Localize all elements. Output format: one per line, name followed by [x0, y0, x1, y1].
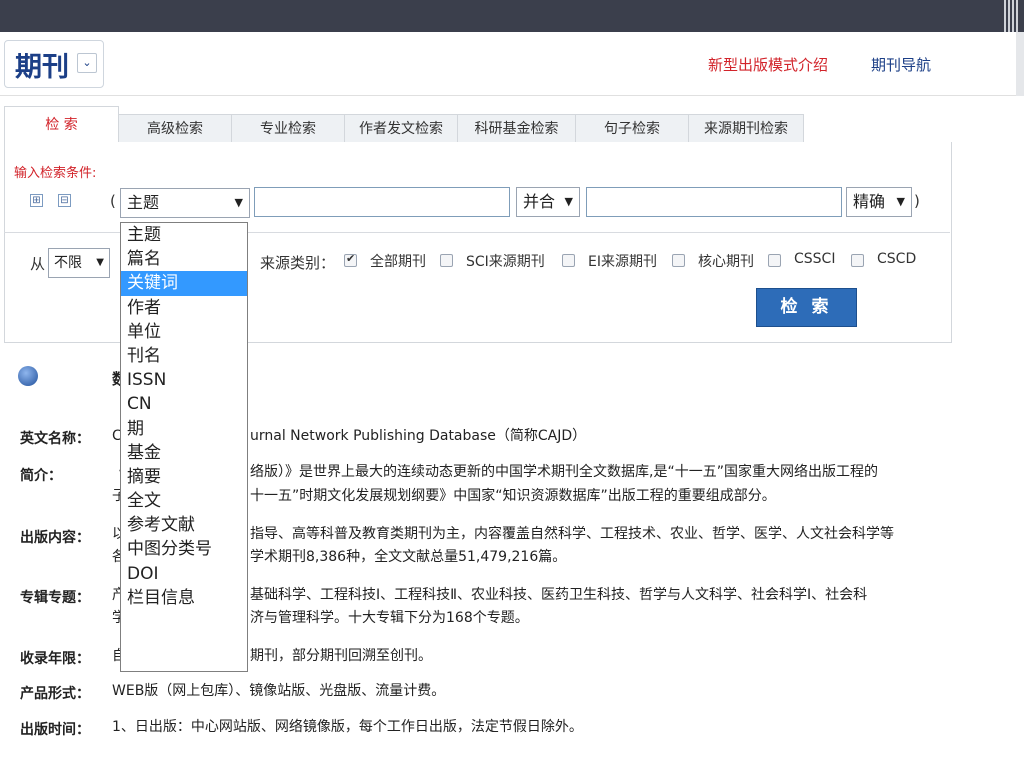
match-select[interactable]: 精确 ▼ [846, 187, 912, 217]
checkbox-core[interactable] [672, 254, 685, 267]
row-label: 专辑专题： [20, 590, 90, 606]
dropdown-option[interactable]: CN [121, 392, 247, 416]
tab-advanced-search[interactable]: 高级检索 [118, 114, 232, 143]
open-paren: ( [110, 192, 116, 210]
checkbox-label: EI来源期刊 [588, 254, 657, 270]
new-publishing-mode-link[interactable]: 新型出版模式介绍 [708, 54, 828, 75]
tab-author-search[interactable]: 作者发文检索 [344, 114, 458, 143]
row-text: 济与管理科学。十大专辑下分为168个专题。 [250, 610, 529, 626]
row-text: WEB版（网上包库）、镜像站版、光盘版、流量计费。 [112, 683, 446, 699]
field-dropdown-list: 主题 篇名 关键词 作者 单位 刊名 ISSN CN 期 基金 摘要 全文 参考… [120, 222, 248, 672]
field-select[interactable]: 主题 ▼ [120, 188, 250, 218]
dropdown-arrow-icon: ▼ [896, 195, 905, 208]
dropdown-option[interactable]: DOI [121, 562, 247, 586]
tab-fund-search[interactable]: 科研基金检索 [457, 114, 576, 143]
keyword-input-2[interactable] [586, 187, 842, 217]
checkbox-label: CSCD [877, 251, 917, 267]
dropdown-option-highlighted[interactable]: 关键词 [121, 271, 247, 296]
tab-professional-search[interactable]: 专业检索 [231, 114, 345, 143]
source-category-label: 来源类别： [260, 254, 336, 272]
row-text: 学术期刊8,386种，全文文献总量51,479,216篇。 [250, 549, 567, 565]
year-from-select[interactable]: 不限 ▼ [48, 248, 110, 278]
journal-navigation-link[interactable]: 期刊导航 [871, 54, 931, 75]
logic-select[interactable]: 并合 ▼ [516, 187, 580, 217]
add-row-icon[interactable]: ⊞ [30, 194, 43, 207]
checkbox-ei[interactable] [562, 254, 575, 267]
dropdown-option[interactable]: 篇名 [121, 247, 247, 271]
dropdown-option[interactable]: 栏目信息 [121, 586, 247, 610]
from-label: 从 [30, 255, 46, 273]
dropdown-arrow-icon: ▼ [96, 257, 104, 268]
dropdown-option[interactable]: 主题 [121, 223, 247, 247]
row-text: 指导、高等科普及教育类期刊为主，内容覆盖自然科学、工程技术、农业、哲学、医学、人… [250, 526, 894, 542]
row-label: 收录年限： [20, 651, 90, 667]
row-label: 产品形式： [20, 686, 90, 702]
checkbox-label: SCI来源期刊 [466, 254, 545, 270]
dropdown-option[interactable]: 基金 [121, 441, 247, 465]
row-label: 简介： [20, 468, 62, 484]
dropdown-arrow-icon: ▼ [564, 195, 573, 208]
search-button[interactable]: 检 索 [756, 288, 857, 327]
remove-row-icon[interactable]: ⊟ [58, 194, 71, 207]
checkbox-cscd[interactable] [851, 254, 864, 267]
checkbox-cssci[interactable] [768, 254, 781, 267]
row-label: 英文名称： [20, 431, 90, 447]
chevron-down-icon[interactable]: ⌄ [77, 53, 97, 73]
window-top-bar [0, 0, 1024, 32]
row-text: 基础科学、工程科技Ⅰ、工程科技Ⅱ、农业科技、医药卫生科技、哲学与人文科学、社会科… [250, 587, 868, 603]
condition-label: 输入检索条件: [14, 166, 97, 181]
match-select-value: 精确 [853, 192, 886, 211]
dropdown-option[interactable]: 作者 [121, 296, 247, 320]
dropdown-option[interactable]: 中图分类号 [121, 537, 247, 561]
logo-text: 期刊 [15, 52, 69, 83]
tab-sentence-search[interactable]: 句子检索 [575, 114, 689, 143]
scroll-grip-icon [1004, 0, 1018, 32]
row-label: 出版时间： [20, 722, 90, 738]
checkbox-label: CSSCI [794, 251, 836, 267]
product-switcher[interactable]: 期刊 ⌄ [4, 40, 104, 88]
row-text: 1、日出版：中心网站版、网络镜像版，每个工作日出版，法定节假日除外。 [112, 719, 583, 735]
year-from-value: 不限 [54, 255, 82, 271]
row-label: 出版内容： [20, 530, 90, 546]
header-divider [0, 95, 1016, 96]
tab-search[interactable]: 检 索 [4, 106, 119, 144]
dropdown-option[interactable]: 参考文献 [121, 513, 247, 537]
row-text: urnal Network Publishing Database（简称CAJD… [250, 428, 587, 444]
info-bullet-icon [18, 366, 38, 386]
row-text: 络版）》是世界上最大的连续动态更新的中国学术期刊全文数据库,是“十一五”国家重大… [250, 464, 878, 480]
logic-select-value: 并合 [523, 192, 556, 211]
field-select-value: 主题 [127, 193, 160, 212]
right-edge [1016, 32, 1024, 96]
dropdown-option[interactable]: 刊名 [121, 344, 247, 368]
dropdown-arrow-icon: ▼ [234, 196, 243, 209]
checkbox-label: 全部期刊 [370, 254, 426, 270]
checkbox-sci[interactable] [440, 254, 453, 267]
dropdown-option[interactable]: ISSN [121, 368, 247, 392]
dropdown-option[interactable]: 期 [121, 417, 247, 441]
row-text: 期刊，部分期刊回溯至创刊。 [250, 648, 432, 664]
dropdown-option[interactable]: 单位 [121, 320, 247, 344]
dropdown-option[interactable]: 摘要 [121, 465, 247, 489]
tab-source-journal-search[interactable]: 来源期刊检索 [688, 114, 804, 143]
close-paren: ) [914, 192, 920, 210]
dropdown-option[interactable]: 全文 [121, 489, 247, 513]
keyword-input-1[interactable] [254, 187, 510, 217]
row-text: 十一五”时期文化发展规划纲要》中国家“知识资源数据库”出版工程的重要组成部分。 [250, 488, 776, 504]
checkbox-all-journals[interactable] [344, 252, 357, 267]
checkbox-label: 核心期刊 [698, 254, 754, 270]
